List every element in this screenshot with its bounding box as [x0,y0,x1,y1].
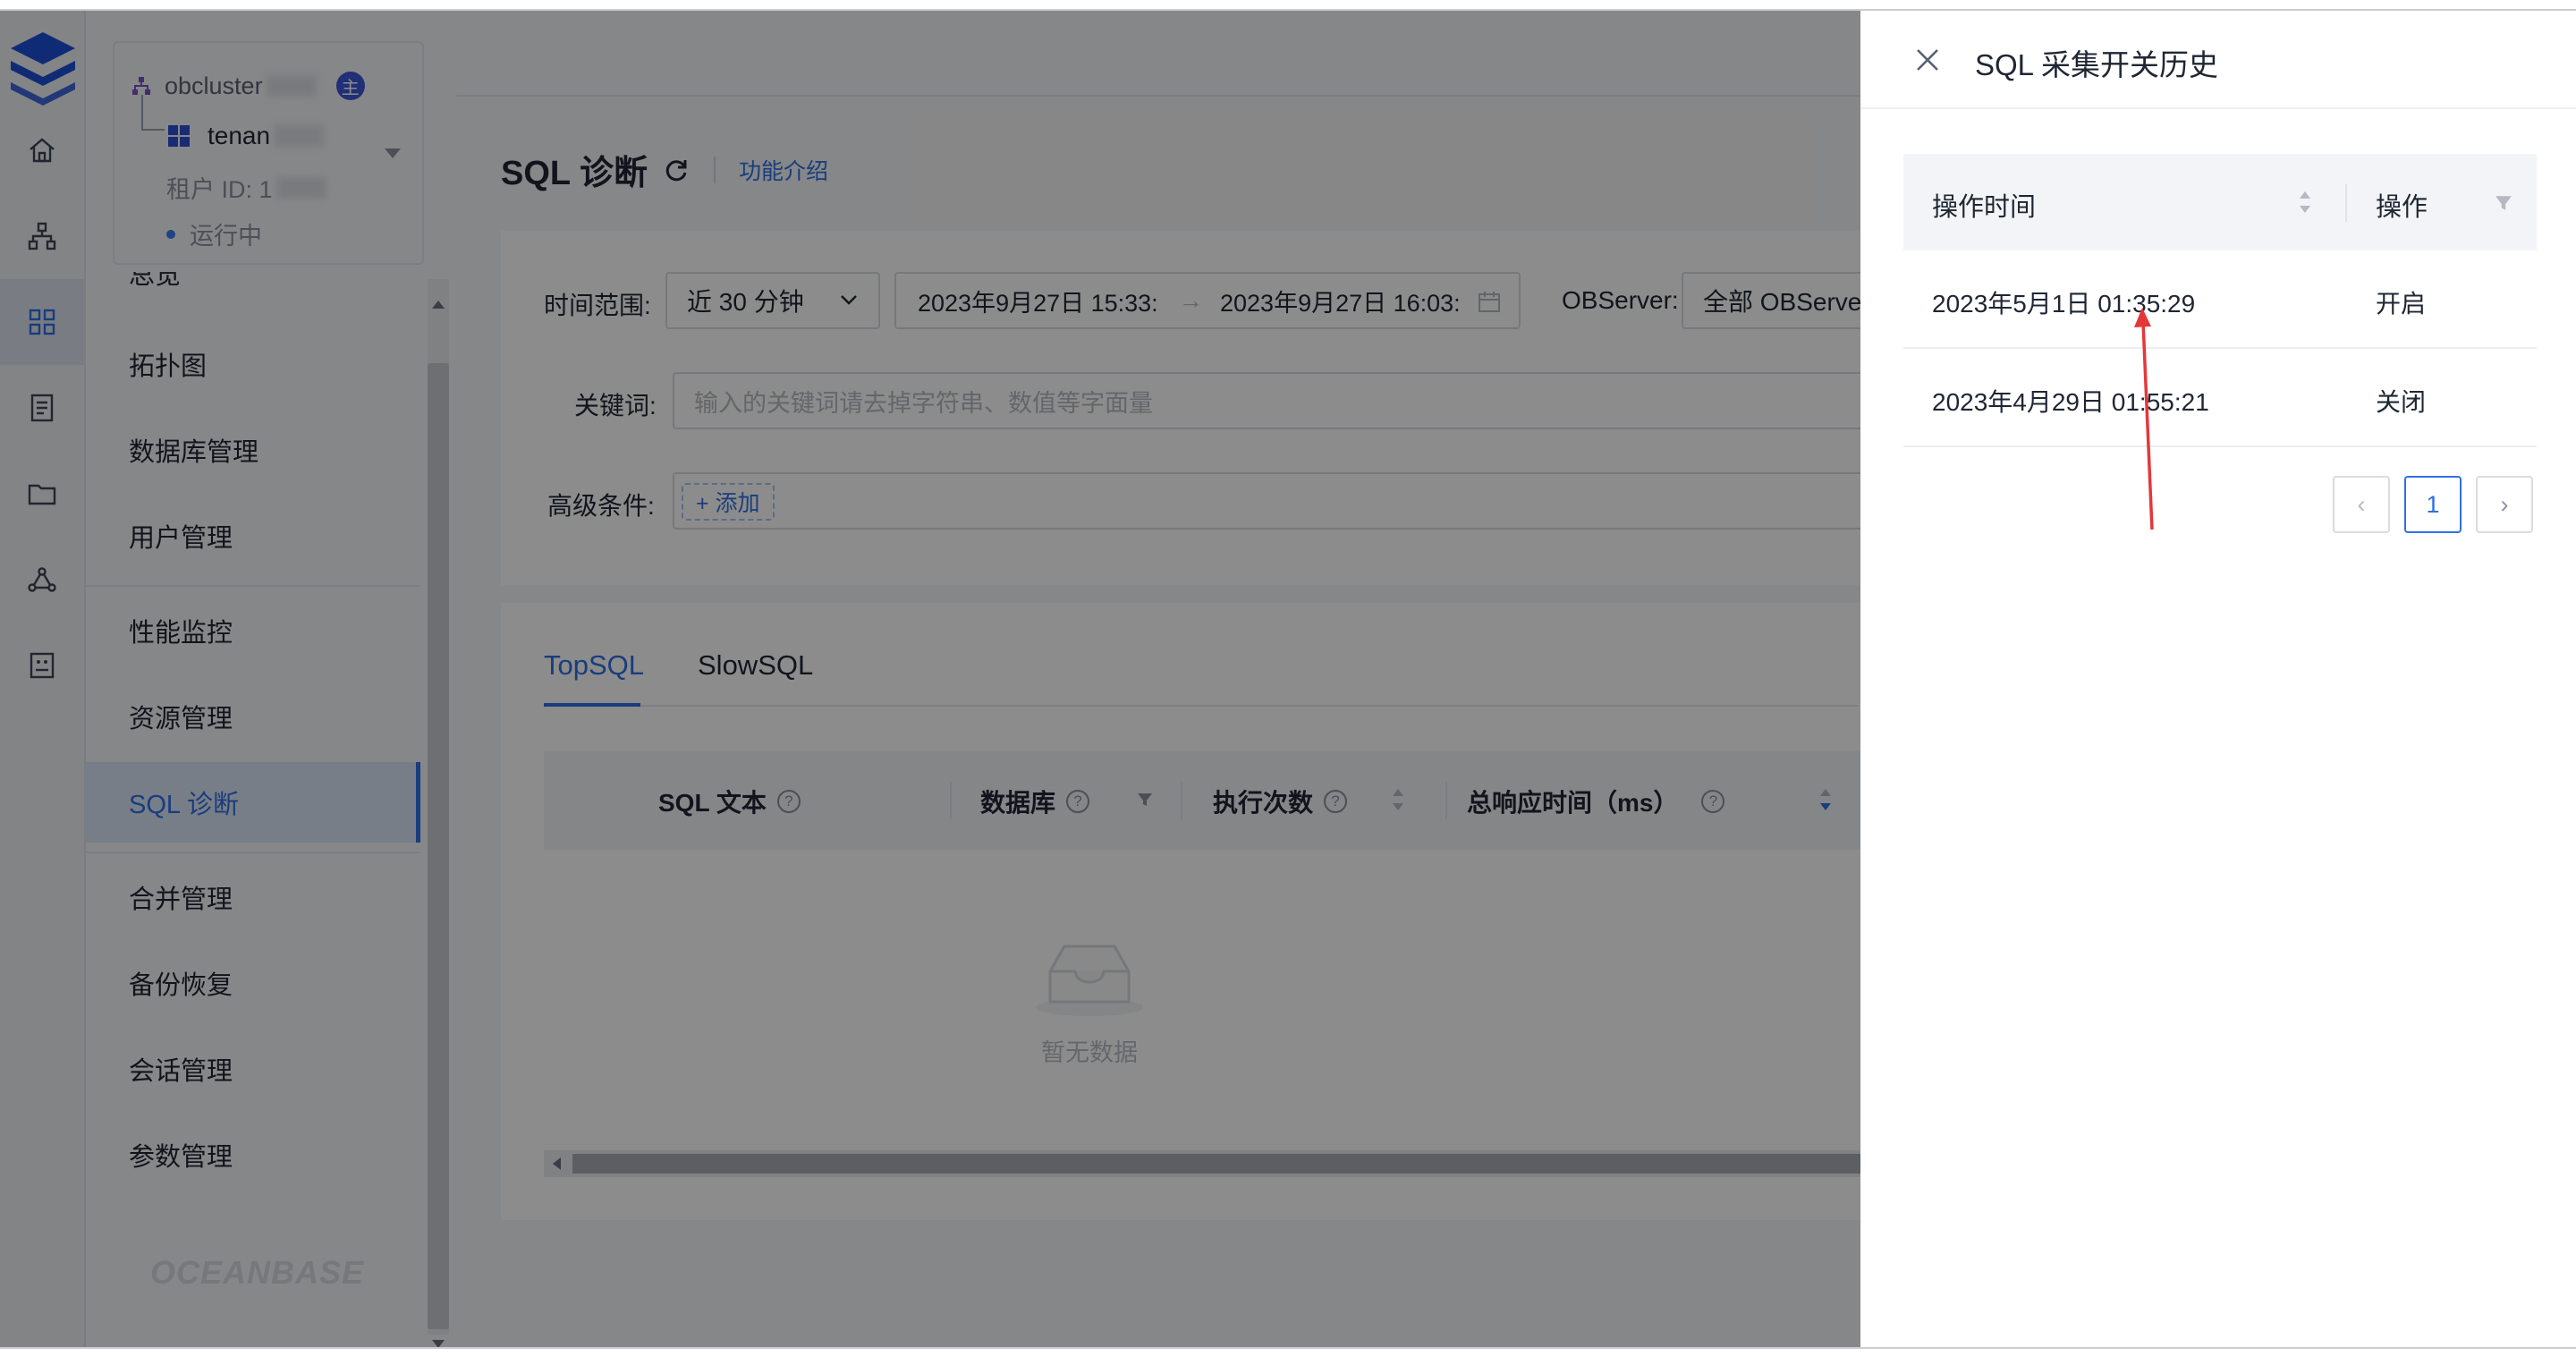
close-icon[interactable] [1912,45,1943,75]
column-operation[interactable]: 操作 [2376,186,2428,224]
sort-icon[interactable] [2297,188,2313,216]
sql-collection-history-drawer: SQL 采集开关历史 操作时间 操作 2023年5月1日 01:35:29 开启… [1860,11,2576,1347]
pagination-prev-button[interactable]: ‹ [2333,476,2390,533]
red-annotation-arrow-icon [2134,308,2154,530]
drawer-title: SQL 采集开关历史 [1975,48,2218,81]
window-bottom-edge [0,1347,2576,1356]
table-row: 2023年4月29日 01:55:21 关闭 [1903,349,2537,447]
table-row: 2023年5月1日 01:35:29 开启 [1903,250,2537,349]
window-top-edge [0,0,2576,11]
drawer-header: SQL 采集开关历史 [1860,11,2576,109]
row-action: 开启 [2376,290,2427,318]
row-action: 关闭 [2376,388,2427,416]
drawer-mask-overlay[interactable] [0,11,1860,1347]
column-divider [2345,184,2347,222]
filter-icon[interactable] [2494,193,2513,213]
history-table-header: 操作时间 操作 [1903,154,2537,250]
pagination-next-button[interactable]: › [2476,476,2533,533]
pagination-page-1[interactable]: 1 [2404,476,2462,533]
column-operation-time[interactable]: 操作时间 [1932,186,2036,224]
row-time: 2023年4月29日 01:55:21 [1932,388,2209,416]
